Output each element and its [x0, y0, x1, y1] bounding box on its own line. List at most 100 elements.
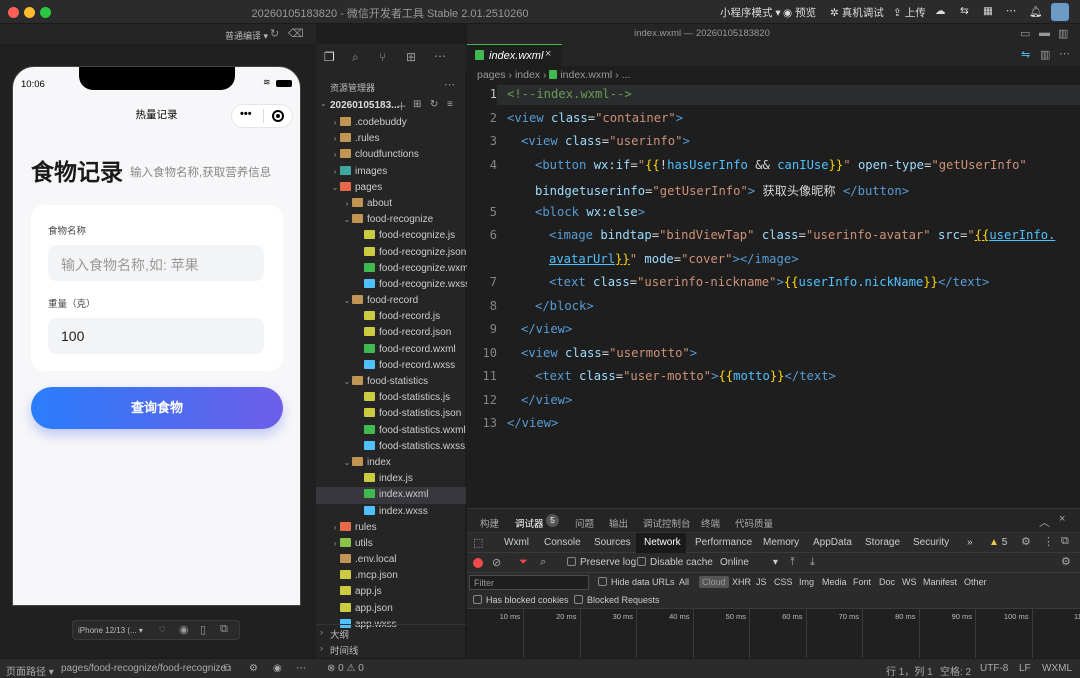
new-file-icon[interactable]: ＋ [396, 98, 407, 114]
refresh-icon[interactable]: ↻ [270, 27, 279, 40]
tree-item[interactable]: .env.local [316, 552, 466, 568]
device-dropdown[interactable]: iPhone 12/13 (... ▾ [78, 626, 143, 635]
tab-output[interactable]: 输出 [609, 516, 628, 530]
extensions-icon[interactable]: ⊞ [406, 50, 416, 64]
tab-code-quality[interactable]: 代码质量 [735, 516, 773, 530]
tab-debugger[interactable]: 调试器 [515, 516, 544, 534]
filter-ws[interactable]: WS [902, 577, 917, 587]
kebab-menu-icon[interactable]: ⋮ [1043, 535, 1054, 548]
cloud-icon[interactable]: ☁ [935, 5, 946, 17]
close-panel-icon[interactable]: × [1059, 513, 1065, 525]
filter-all[interactable]: All [679, 577, 689, 587]
copy-icon[interactable]: ⧉ [224, 663, 231, 674]
inspect-element-icon[interactable]: ⬚ [473, 536, 483, 549]
tree-item[interactable]: food-statistics.wxss [316, 439, 466, 455]
rotate-icon[interactable]: ◌ [159, 623, 166, 635]
tree-item[interactable]: › cloudfunctions [316, 147, 466, 163]
new-folder-icon[interactable]: ⊞ [413, 99, 421, 110]
popout-icon[interactable]: ⧉ [220, 623, 228, 636]
tree-item[interactable]: app.js [316, 584, 466, 600]
upload-button[interactable]: ⇪ 上传 [893, 5, 926, 20]
network-settings-icon[interactable]: ⚙ [1061, 555, 1071, 568]
close-mini-program-icon[interactable] [272, 110, 284, 122]
split-layout-icon[interactable]: ▥ [1058, 27, 1068, 40]
filter-input[interactable]: Filter [469, 575, 589, 590]
weight-input[interactable]: 100 [48, 318, 264, 354]
export-icon[interactable]: ⤓ [810, 556, 815, 569]
query-food-button[interactable]: 查询食物 [31, 387, 283, 429]
tree-item[interactable]: ⌄ food-statistics [316, 374, 466, 390]
tab-debug-console[interactable]: 调试控制台 [643, 516, 691, 530]
panel-wxml[interactable]: Wxml [504, 537, 529, 548]
preserve-log-checkbox[interactable]: Preserve log [567, 557, 636, 568]
warning-count[interactable]: ▲ 5 [989, 537, 1007, 548]
clear-cache-icon[interactable]: ⌫ [288, 27, 304, 40]
more-actions-icon[interactable]: ⋯ [434, 49, 446, 63]
more-panels-button[interactable]: » [967, 537, 973, 548]
blocked-requests-checkbox[interactable]: Blocked Requests [574, 595, 660, 605]
panel-console[interactable]: Console [544, 537, 581, 548]
cursor-position[interactable]: 行 1，列 1 [886, 663, 933, 678]
compare-icon[interactable]: ⇋ [1021, 48, 1030, 61]
filter-manifest[interactable]: Manifest [923, 577, 957, 587]
tab-index-wxml[interactable]: index.wxml × [467, 44, 562, 66]
tree-item[interactable]: › .codebuddy [316, 115, 466, 131]
record-icon[interactable]: ◉ [179, 623, 189, 636]
filter-img[interactable]: Img [799, 577, 814, 587]
bell-icon[interactable]: 🔔︎ [1029, 5, 1042, 18]
breadcrumb-pages[interactable]: pages [477, 69, 506, 81]
outline-section[interactable]: › 大纲 [316, 624, 466, 641]
tree-item[interactable]: food-record.js [316, 309, 466, 325]
tree-item[interactable]: › images [316, 164, 466, 180]
language-mode[interactable]: WXML [1042, 663, 1072, 674]
split-editor-icon[interactable]: ▥ [1040, 48, 1050, 61]
tree-item[interactable]: index.wxss [316, 504, 466, 520]
tree-item[interactable]: ⌄ pages [316, 180, 466, 196]
tree-item[interactable]: › utils [316, 536, 466, 552]
tree-item[interactable]: food-recognize.wxml [316, 261, 471, 277]
remote-debug-button[interactable]: ✲ 真机调试 [830, 5, 884, 20]
more-icon[interactable]: ⋯ [296, 663, 306, 674]
tree-item[interactable]: index.wxml [316, 487, 466, 504]
tree-item[interactable]: ⌄ index [316, 455, 466, 471]
filter-other[interactable]: Other [964, 577, 987, 587]
settings-icon[interactable]: ⚙ [249, 663, 258, 674]
tree-item[interactable]: › about [316, 196, 466, 212]
tree-item[interactable]: food-statistics.json [316, 406, 466, 422]
mode-dropdown[interactable]: 小程序模式 ▾ [720, 5, 781, 20]
files-icon[interactable]: ❐ [324, 50, 335, 64]
switch-icon[interactable]: ⇆ [960, 5, 969, 17]
tree-item[interactable]: .mcp.json [316, 568, 466, 584]
hide-data-urls-checkbox[interactable]: Hide data URLs [598, 577, 675, 587]
capsule-button[interactable]: ••• [231, 104, 293, 128]
tree-item[interactable]: index.js [316, 471, 466, 487]
panel-security[interactable]: Security [913, 537, 949, 548]
line-ending[interactable]: LF [1019, 663, 1031, 674]
record-icon[interactable] [473, 558, 483, 568]
more-dots-icon[interactable]: ••• [240, 108, 252, 120]
panel-toggle-icon[interactable]: ▬ [1039, 27, 1050, 39]
settings-gear-icon[interactable]: ⚙ [1021, 535, 1031, 548]
undock-icon[interactable]: ⧉ [1061, 535, 1069, 548]
search-icon[interactable]: ⌕ [352, 50, 359, 65]
encoding[interactable]: UTF-8 [980, 663, 1008, 674]
layout-icon[interactable]: ▦ [983, 5, 993, 17]
tab-build[interactable]: 构建 [480, 516, 499, 530]
throttle-dropdown[interactable]: Online ▾ [720, 557, 778, 568]
network-timeline[interactable]: 10 ms 20 ms 30 ms 40 ms 50 ms 60 ms 70 ms 80 ms… [467, 609, 1080, 659]
panel-sources[interactable]: Sources [594, 537, 631, 548]
tree-item[interactable]: app.json [316, 601, 466, 617]
panel-appdata[interactable]: AppData [813, 537, 852, 548]
disable-cache-checkbox[interactable]: Disable cache [637, 557, 713, 568]
tab-terminal[interactable]: 终端 [701, 516, 720, 530]
panel-storage[interactable]: Storage [865, 537, 900, 548]
avatar[interactable] [1051, 3, 1069, 21]
tree-item[interactable]: food-record.wxml [316, 342, 466, 358]
food-name-input[interactable]: 输入食物名称,如: 苹果 [48, 245, 264, 281]
tree-item[interactable]: food-statistics.wxml [316, 423, 466, 439]
editor-more-icon[interactable]: ⋯ [1059, 47, 1070, 60]
indentation[interactable]: 空格: 2 [940, 663, 971, 678]
filter-media[interactable]: Media [822, 577, 847, 587]
tree-item[interactable]: food-recognize.wxss [316, 277, 470, 293]
refresh-explorer-icon[interactable]: ↻ [430, 99, 438, 110]
